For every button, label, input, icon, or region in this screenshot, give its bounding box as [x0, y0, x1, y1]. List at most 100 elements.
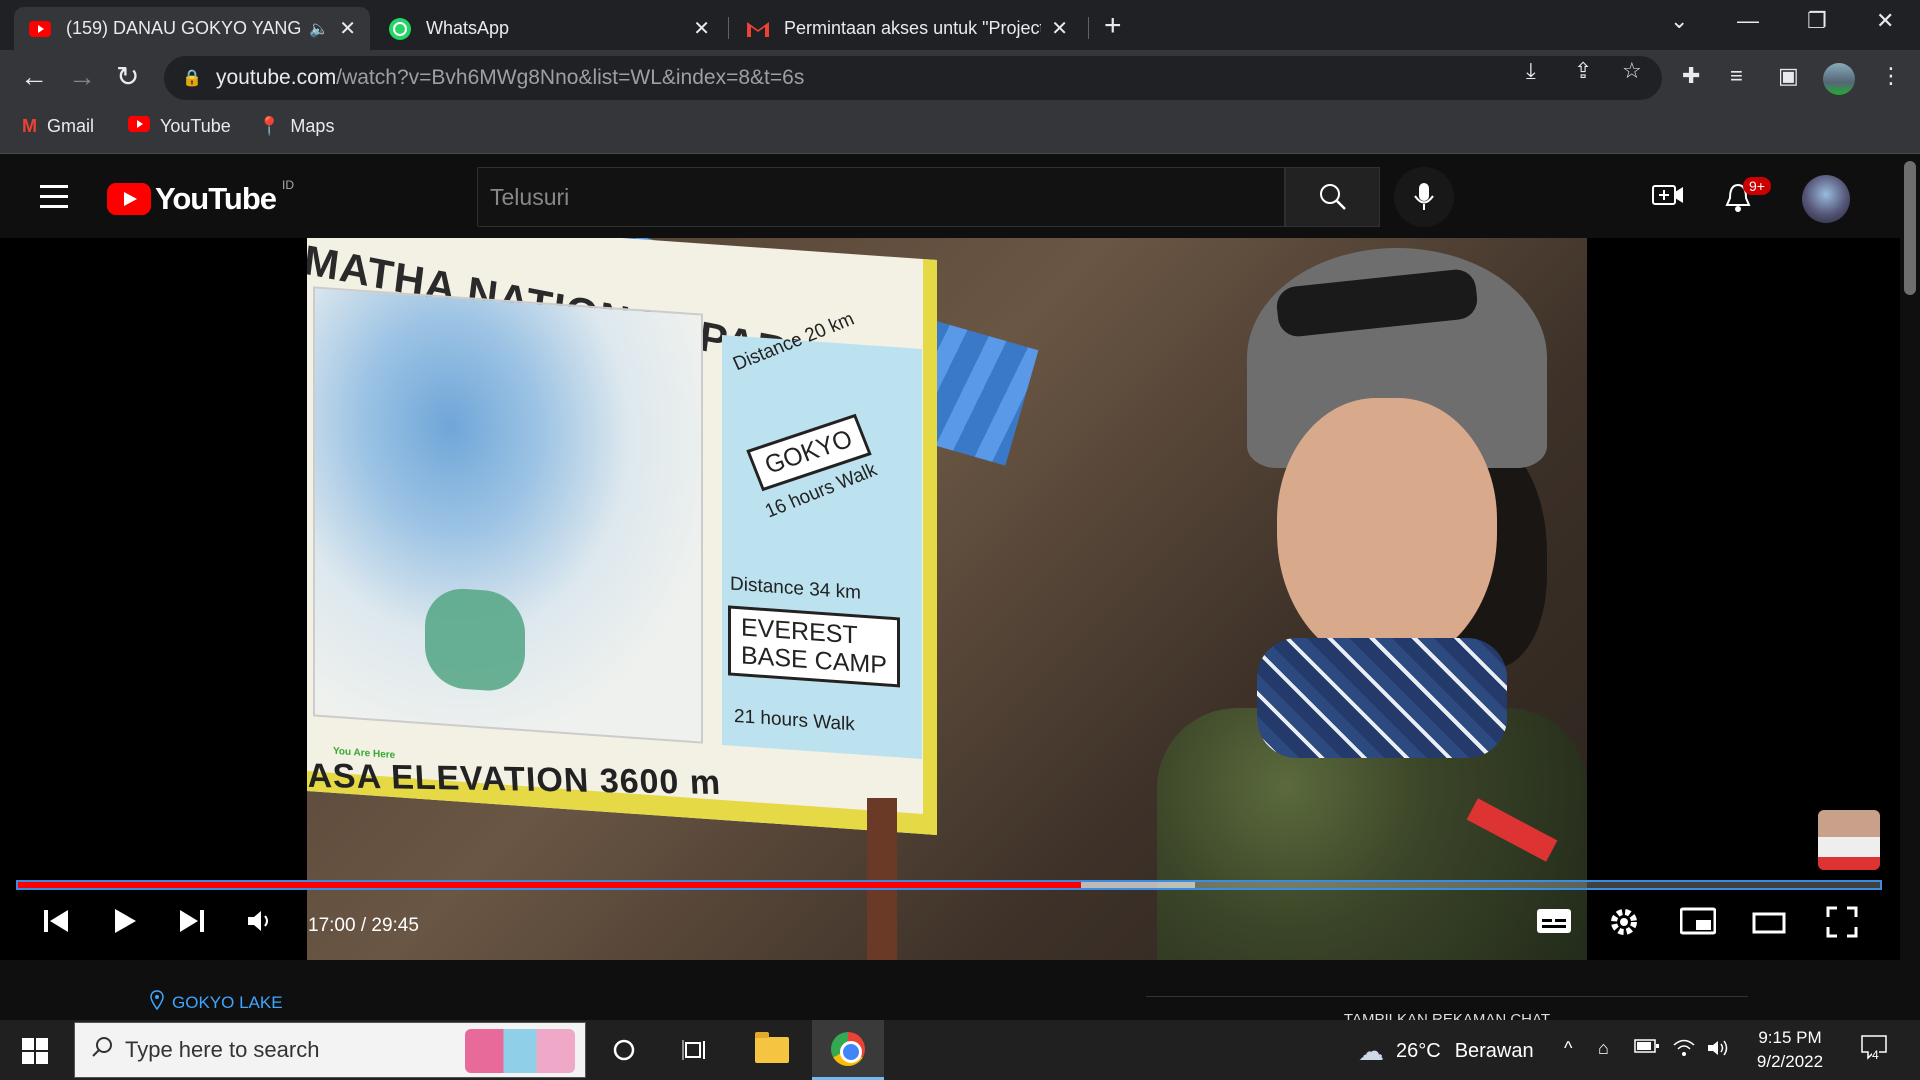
channel-watermark-subscribe[interactable]: [1818, 810, 1880, 870]
tab-whatsapp[interactable]: WhatsApp ✕: [374, 7, 724, 50]
clock-date: 9/2/2022: [1756, 1052, 1824, 1071]
media-queue-icon[interactable]: ≡: [1730, 63, 1743, 89]
volume-icon[interactable]: [246, 906, 274, 946]
youtube-play-logo-icon: [107, 183, 151, 215]
map-forest-area: [425, 586, 525, 694]
next-video-icon[interactable]: [178, 906, 206, 946]
folder-icon: [755, 1032, 789, 1063]
distance-gokyo: Distance 20 km: [730, 308, 858, 376]
search-button[interactable]: [1285, 167, 1380, 227]
search-input[interactable]: [478, 168, 1284, 226]
reload-icon[interactable]: ↻: [116, 62, 139, 92]
taskbar-search-placeholder: Type here to search: [125, 1037, 320, 1062]
scrollbar-thumb[interactable]: [1904, 161, 1916, 295]
wifi-icon[interactable]: [1672, 1038, 1696, 1063]
bookmark-youtube[interactable]: YouTube: [128, 116, 231, 137]
taskbar-search-box[interactable]: Type here to search: [74, 1022, 586, 1078]
chrome-taskbar-icon[interactable]: [812, 1020, 884, 1080]
youtube-favicon-icon: [28, 17, 52, 41]
hiker-scarf: [1257, 638, 1507, 758]
tab-separator: [728, 17, 729, 39]
browser-profile-avatar[interactable]: [1823, 63, 1855, 95]
park-sign-board: MATHA NATIONAL PARK You Are Here Distanc…: [307, 238, 937, 836]
new-tab-plus-icon[interactable]: +: [1104, 9, 1122, 43]
audio-playing-icon[interactable]: 🔈: [309, 19, 329, 39]
maps-pin-icon: 📍: [258, 116, 281, 136]
bookmark-maps[interactable]: 📍 Maps: [258, 116, 334, 137]
side-panel-icon[interactable]: ▣: [1778, 63, 1799, 89]
bookmarks-bar: M Gmail YouTube 📍 Maps: [0, 106, 1920, 154]
search-box: [477, 167, 1285, 227]
forward-arrow-icon[interactable]: →: [68, 62, 96, 92]
theater-mode-icon[interactable]: [1752, 906, 1786, 946]
play-icon[interactable]: [112, 906, 138, 947]
weather-description: Berawan: [1454, 1040, 1534, 1062]
bookmark-gmail[interactable]: M Gmail: [22, 116, 94, 137]
install-app-icon[interactable]: ⤓: [1526, 58, 1536, 84]
cloud-weather-icon: ☁: [1358, 1036, 1384, 1066]
extensions-puzzle-icon[interactable]: ✚: [1682, 63, 1700, 89]
action-center-icon[interactable]: 4: [1860, 1034, 1888, 1067]
tab-close-icon[interactable]: ✕: [339, 16, 356, 41]
file-explorer-icon[interactable]: [748, 1020, 796, 1080]
microphone-icon: [1414, 183, 1434, 210]
tab-search-chevron-icon[interactable]: ⌄: [1670, 8, 1688, 34]
voice-search-button[interactable]: [1394, 167, 1454, 227]
share-icon[interactable]: ⇪: [1574, 58, 1592, 84]
show-chat-replay-button[interactable]: TAMPILKAN REKAMAN CHAT: [1146, 996, 1748, 1020]
search-icon: [1319, 184, 1346, 210]
browser-menu-icon[interactable]: ⋮: [1880, 63, 1902, 89]
tab-separator: [1088, 17, 1089, 39]
subtitles-icon[interactable]: [1536, 906, 1572, 946]
browser-toolbar: ← → ↻ 🔒 youtube.com/watch?v=Bvh6MWg8Nno&…: [0, 50, 1920, 106]
video-player[interactable]: MATHA NATIONAL PARK You Are Here Distanc…: [0, 238, 1900, 960]
windows-start-icon[interactable]: [22, 1038, 48, 1064]
bookmark-label: Gmail: [47, 116, 95, 136]
meet-now-icon[interactable]: ⌂: [1598, 1038, 1609, 1059]
previous-video-icon[interactable]: [42, 906, 70, 946]
bookmark-label: YouTube: [160, 116, 231, 136]
clock-time: 9:15 PM: [1758, 1028, 1822, 1047]
fullscreen-icon[interactable]: [1826, 906, 1858, 949]
lock-icon[interactable]: 🔒: [182, 68, 208, 88]
show-hidden-icons-chevron-icon[interactable]: ^: [1564, 1038, 1572, 1059]
weather-temperature: 26°C: [1396, 1040, 1441, 1062]
minimize-icon[interactable]: —: [1737, 8, 1759, 34]
action-center-count: 4: [1872, 1048, 1879, 1062]
tab-gmail[interactable]: Permintaan akses untuk "Project- ✕: [732, 7, 1082, 50]
sign-post: [867, 798, 897, 960]
browser-tab-strip: (159) DANAU GOKYO YANG I 🔈 ✕ WhatsApp ✕ …: [0, 0, 1920, 50]
address-bar[interactable]: 🔒 youtube.com/watch?v=Bvh6MWg8Nno&list=W…: [164, 56, 1662, 100]
close-window-icon[interactable]: ✕: [1876, 8, 1894, 34]
video-location-link[interactable]: GOKYO LAKE: [150, 990, 283, 1015]
miniplayer-icon[interactable]: [1679, 906, 1717, 946]
cortana-circle-icon[interactable]: [600, 1020, 648, 1080]
battery-icon[interactable]: [1634, 1038, 1660, 1059]
page-scrollbar[interactable]: [1900, 155, 1920, 1020]
distance-panel: Distance 20 km GOKYO 16 hours Walk Dista…: [722, 309, 922, 759]
gmail-favicon-icon: [746, 17, 770, 41]
settings-gear-icon[interactable]: [1608, 906, 1640, 949]
tab-close-icon[interactable]: ✕: [1051, 16, 1068, 41]
task-view-icon[interactable]: [672, 1020, 720, 1080]
bookmark-star-icon[interactable]: ☆: [1622, 58, 1642, 84]
youtube-logo[interactable]: YouTube ID: [107, 178, 294, 217]
video-frame[interactable]: MATHA NATIONAL PARK You Are Here Distanc…: [307, 238, 1587, 960]
tab-youtube[interactable]: (159) DANAU GOKYO YANG I 🔈 ✕: [14, 7, 370, 50]
back-arrow-icon[interactable]: ←: [20, 62, 48, 92]
notification-count-badge: 9+: [1743, 177, 1771, 195]
video-progress-bar[interactable]: [16, 880, 1882, 890]
weather-widget[interactable]: ☁ 26°C Berawan: [1358, 1036, 1534, 1067]
speaker-volume-icon[interactable]: [1706, 1038, 1730, 1063]
account-avatar[interactable]: [1802, 175, 1850, 223]
gmail-icon: M: [22, 116, 37, 136]
tab-title: (159) DANAU GOKYO YANG I: [66, 18, 302, 38]
tab-title: Permintaan akses untuk "Project-: [784, 18, 1042, 38]
taskbar-clock[interactable]: 9:15 PM 9/2/2022: [1744, 1026, 1836, 1074]
region-code: ID: [282, 178, 294, 192]
menu-hamburger-icon[interactable]: [40, 185, 68, 215]
windows-taskbar: Type here to search ☁ 26°C Berawan ^ ⌂ 9…: [0, 1020, 1920, 1080]
restore-icon[interactable]: ❐: [1807, 8, 1827, 34]
tab-close-icon[interactable]: ✕: [693, 16, 710, 41]
create-video-icon[interactable]: [1652, 183, 1684, 214]
